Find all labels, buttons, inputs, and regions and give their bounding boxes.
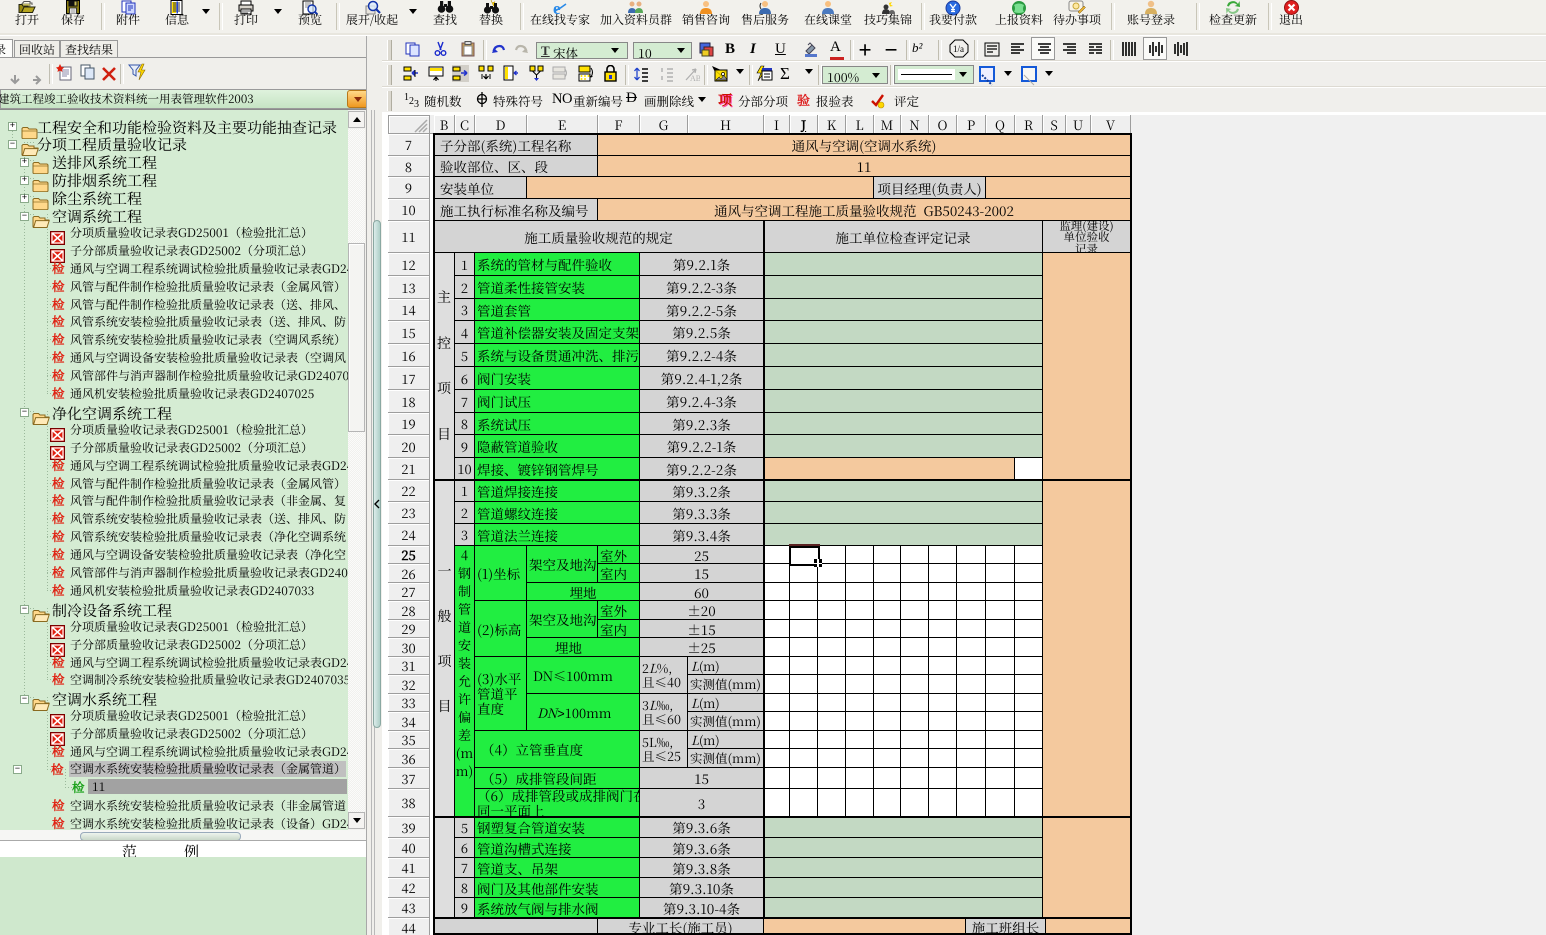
svg-text:1/a: 1/a xyxy=(953,44,964,54)
svg-text:ABC: ABC xyxy=(690,74,700,83)
